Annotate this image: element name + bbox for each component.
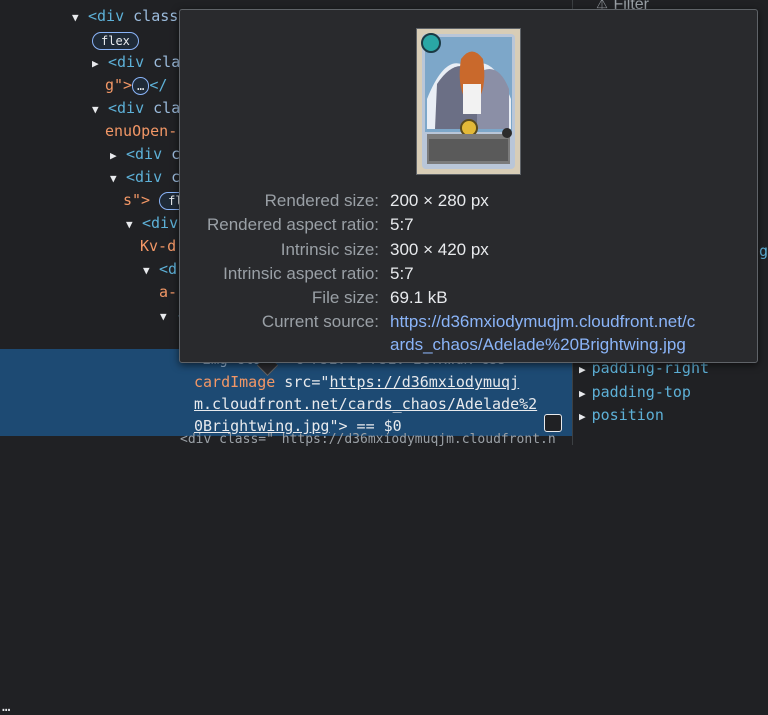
attr-name: cla	[153, 53, 181, 71]
current-source-link[interactable]: https://d36mxiodymuqjm.cloudfront.net/c …	[390, 310, 695, 356]
attr-name: class	[133, 7, 179, 25]
clipped-property-text: g	[759, 242, 768, 260]
expand-arrow-icon[interactable]: ▶	[579, 387, 586, 400]
dom-node-row[interactable]: ▶ <div cla	[92, 51, 180, 73]
source-line-2: ards_chaos/Adelade%20Brightwing.jpg	[390, 335, 686, 354]
attr-value: enuOpen-	[105, 122, 178, 140]
tooltip-row-intrinsic-size: Intrinsic size: 300 × 420 px	[180, 238, 757, 262]
tag-name: <div	[142, 214, 179, 232]
expand-triangle-icon[interactable]: ▼	[92, 99, 108, 121]
expand-triangle-icon[interactable]: ▼	[72, 7, 88, 29]
dom-node-row[interactable]: a-	[159, 281, 177, 303]
expand-arrow-icon[interactable]: ▶	[579, 410, 586, 423]
dom-node-row[interactable]: ▼ <div cla	[92, 97, 180, 119]
expand-triangle-icon[interactable]: ▼	[143, 260, 159, 282]
row-label: File size:	[311, 288, 379, 307]
dom-node-row[interactable]: g">… </	[105, 74, 167, 96]
row-label: Rendered size:	[264, 191, 379, 210]
class-src-line: cardImage src="https://d36mxiodymuqj	[194, 371, 519, 393]
css-property-padding-top[interactable]: ▶ padding-top	[579, 383, 691, 401]
row-label: Current source:	[261, 312, 379, 331]
row-value: 5:7	[390, 264, 414, 283]
src-link[interactable]: https://d36mxiodymuqj	[329, 373, 519, 391]
expand-arrow-icon[interactable]: ▶	[579, 363, 586, 376]
dom-node-row[interactable]: enuOpen-	[105, 120, 177, 142]
src-link[interactable]: m.cloudfront.net/cards_chaos/Adelade%2	[194, 395, 537, 413]
ellipsis-badge[interactable]: …	[132, 77, 150, 95]
row-label: Rendered aspect ratio:	[207, 215, 379, 234]
class-value: cardImage	[194, 373, 276, 391]
attr-name: cla	[153, 99, 181, 117]
card-image-thumbnail	[416, 28, 521, 175]
flex-badge[interactable]: flex	[92, 32, 139, 50]
flex-badge-row: flex	[92, 29, 139, 51]
src-attr: src="	[275, 373, 330, 391]
tooltip-row-rendered-size: Rendered size: 200 × 280 px	[180, 189, 757, 213]
tag-name: <d	[159, 260, 178, 278]
tag-name: <div	[108, 99, 145, 117]
tooltip-row-intrinsic-aspect: Intrinsic aspect ratio: 5:7	[180, 262, 757, 286]
expand-triangle-icon[interactable]: ▼	[126, 214, 142, 236]
close-tag: </	[149, 76, 168, 94]
tooltip-row-rendered-aspect: Rendered aspect ratio: 5:7	[180, 213, 757, 237]
dom-node-row[interactable]: ▼ <div c	[110, 166, 180, 188]
source-line-1: https://d36mxiodymuqjm.cloudfront.net/c	[390, 312, 696, 331]
css-property-position[interactable]: ▶ position	[579, 406, 664, 424]
dom-node-row[interactable]: Kv-d	[140, 235, 176, 257]
attr-value: g">	[105, 76, 133, 94]
row-value: 300 × 420 px	[390, 240, 489, 259]
attr-value: s">	[123, 191, 151, 209]
row-label: Intrinsic size:	[280, 240, 379, 259]
attr-value: a-	[159, 283, 178, 301]
row-label: Intrinsic aspect ratio:	[223, 264, 379, 283]
row-value: 69.1 kB	[390, 288, 448, 307]
more-options-dots-icon[interactable]: …	[2, 699, 10, 715]
tooltip-row-file-size: File size: 69.1 kB	[180, 286, 757, 310]
image-preview-tooltip: Rendered size: 200 × 280 px Rendered asp…	[179, 9, 758, 363]
dom-node-row[interactable]: ▼ <d	[143, 258, 177, 280]
dom-node-row[interactable]: ▼ <div class	[72, 5, 178, 27]
property-name: padding-top	[591, 383, 691, 401]
tag-name: <div	[108, 53, 145, 71]
collapse-triangle-icon[interactable]: ▶	[92, 53, 108, 75]
dom-node-row[interactable]: ▶ <div c	[110, 143, 180, 165]
card-art-icon	[417, 29, 520, 174]
tag-name: <div	[88, 7, 125, 25]
expand-triangle-icon[interactable]: ▼	[160, 306, 176, 328]
row-value: 200 × 280 px	[390, 191, 489, 210]
dom-node-row[interactable]: ▼ <div	[126, 212, 178, 234]
tooltip-row-current-source: Current source: https://d36mxiodymuqjm.c…	[180, 310, 757, 354]
collapse-triangle-icon[interactable]: ▶	[110, 145, 126, 167]
tag-name: <div	[126, 168, 163, 186]
reveal-in-sources-icon[interactable]	[544, 414, 562, 432]
attr-value: Kv-d	[140, 237, 177, 255]
url-line: m.cloudfront.net/cards_chaos/Adelade%2	[194, 393, 537, 415]
property-name: position	[591, 406, 664, 424]
row-value: 5:7	[390, 215, 414, 234]
expand-triangle-icon[interactable]: ▼	[110, 168, 126, 190]
tag-name: <div	[126, 145, 163, 163]
